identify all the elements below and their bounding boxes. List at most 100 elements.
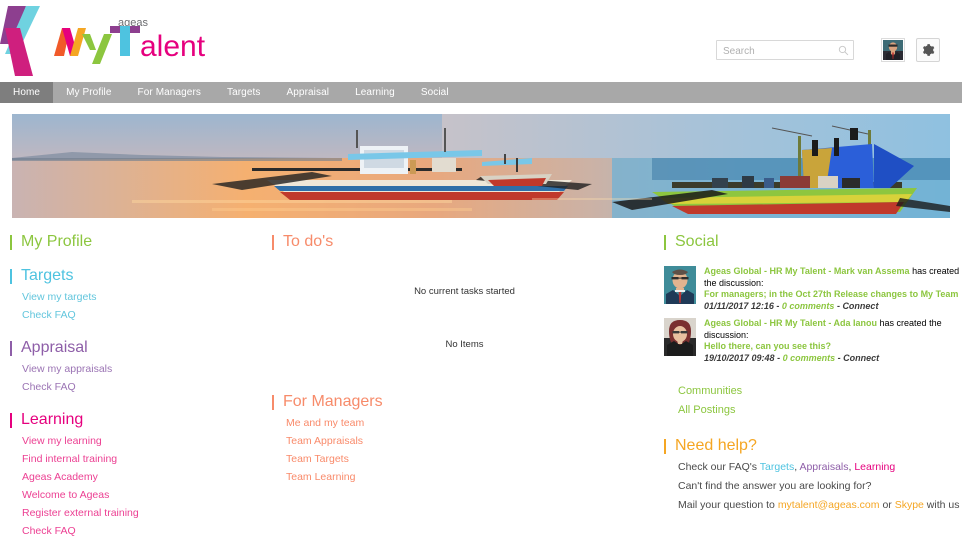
- section-my-profile: My Profile: [10, 232, 260, 252]
- post-connect-link[interactable]: Connect: [843, 353, 879, 363]
- link-ageas-academy[interactable]: Ageas Academy: [10, 468, 260, 486]
- section-title-todos: To do's: [272, 232, 657, 252]
- nav-label: Learning: [355, 87, 395, 98]
- post-meta: 01/11/2017 12:16 - 0 comments - Connect: [704, 300, 879, 311]
- todos-empty-tasks: No current tasks started: [414, 286, 515, 297]
- logo-letter-t: [110, 26, 140, 56]
- link-targets-check-faq[interactable]: Check FAQ: [10, 306, 260, 324]
- link-all-postings[interactable]: All Postings: [664, 401, 960, 420]
- post-subject[interactable]: Hello there, can you see this?: [704, 341, 960, 353]
- social-links: Communities All Postings: [664, 382, 960, 420]
- link-faq-targets[interactable]: Targets: [760, 461, 794, 473]
- help-line-faq: Check our FAQ's Targets, Appraisals, Lea…: [678, 461, 896, 473]
- section-todos: To do's No current tasks started No Item…: [272, 232, 657, 350]
- section-learning: Learning View my learning Find internal …: [10, 410, 260, 540]
- page-header: ageas alent: [0, 0, 962, 82]
- section-title-appraisal: Appraisal: [10, 338, 260, 358]
- link-me-and-my-team[interactable]: Me and my team: [272, 414, 657, 432]
- help-faq-prefix: Check our FAQ's: [678, 461, 760, 473]
- nav-list: Home My Profile For Managers Targets App…: [0, 82, 962, 103]
- help-line-mail: Mail your question to mytalent@ageas.com…: [664, 496, 960, 515]
- link-register-external-training[interactable]: Register external training: [10, 504, 260, 522]
- avatar[interactable]: [881, 38, 905, 62]
- nav-label: Home: [13, 87, 41, 98]
- link-find-internal-training[interactable]: Find internal training: [10, 450, 260, 468]
- link-team-appraisals[interactable]: Team Appraisals: [272, 432, 657, 450]
- social-post[interactable]: Ageas Global - HR My Talent - Mark van A…: [664, 266, 960, 312]
- nav-label: Appraisal: [286, 87, 330, 98]
- section-need-help: Need help? Check our FAQ's Targets, Appr…: [664, 436, 960, 515]
- nav-item-for-managers[interactable]: For Managers: [125, 82, 214, 103]
- column-right: Social Ageas Global - HR My Talent - Mar…: [664, 232, 960, 529]
- post-timestamp: 19/10/2017 09:48: [704, 352, 775, 363]
- search-icon: [838, 45, 849, 56]
- section-title-for-managers: For Managers: [272, 392, 657, 412]
- section-title-learning: Learning: [10, 410, 260, 430]
- help-line-cant-find: Can't find the answer you are looking fo…: [678, 480, 872, 492]
- link-team-learning[interactable]: Team Learning: [272, 468, 657, 486]
- nav-label: Social: [420, 87, 449, 98]
- search-box[interactable]: [716, 40, 854, 61]
- gear-icon: [922, 44, 935, 56]
- section-title-social: Social: [664, 232, 960, 252]
- nav-item-my-profile[interactable]: My Profile: [53, 82, 124, 103]
- logo-alent-word: alent: [140, 30, 206, 63]
- link-view-my-targets[interactable]: View my targets: [10, 288, 260, 306]
- todos-empty-items: No Items: [445, 339, 484, 350]
- post-author[interactable]: Ageas Global - HR My Talent - Mark van A…: [704, 266, 910, 276]
- settings-button[interactable]: [916, 38, 940, 62]
- page-root: ageas alent Search Home My Profile For M…: [0, 0, 962, 556]
- post-meta: 19/10/2017 09:48 - 0 comments - Connect: [704, 352, 880, 363]
- help-mail-mid: or: [879, 499, 895, 511]
- nav-label: For Managers: [137, 87, 201, 98]
- section-title-my-profile: My Profile: [10, 232, 260, 252]
- post-body: Ageas Global - HR My Talent - Mark van A…: [704, 266, 960, 312]
- section-title-targets: Targets: [10, 266, 260, 286]
- post-avatar: [664, 318, 696, 356]
- link-view-my-learning[interactable]: View my learning: [10, 432, 260, 450]
- column-left: My Profile Targets View my targets Check…: [10, 232, 260, 554]
- link-view-my-appraisals[interactable]: View my appraisals: [10, 360, 260, 378]
- ageas-logo-mark: [0, 0, 46, 82]
- section-targets: Targets View my targets Check FAQ: [10, 266, 260, 324]
- link-faq-appraisals[interactable]: Appraisals: [799, 461, 848, 473]
- nav-item-home[interactable]: Home: [0, 82, 54, 103]
- link-learning-check-faq[interactable]: Check FAQ: [10, 522, 260, 540]
- logo-letter-m: [54, 28, 86, 56]
- hero-banner-image: [12, 114, 950, 218]
- link-skype[interactable]: Skype: [895, 499, 924, 511]
- section-title-need-help: Need help?: [664, 436, 960, 456]
- section-appraisal: Appraisal View my appraisals Check FAQ: [10, 338, 260, 396]
- section-for-managers: For Managers Me and my team Team Apprais…: [272, 392, 657, 486]
- post-timestamp: 01/11/2017 12:16: [704, 300, 774, 311]
- nav-item-social[interactable]: Social: [408, 82, 462, 103]
- link-communities[interactable]: Communities: [664, 382, 960, 401]
- nav-item-appraisal[interactable]: Appraisal: [273, 82, 342, 103]
- post-avatar: [664, 266, 696, 304]
- home-columns: My Profile Targets View my targets Check…: [0, 232, 962, 556]
- post-comments[interactable]: 0 comments: [783, 353, 836, 363]
- help-mail-prefix: Mail your question to: [678, 499, 778, 511]
- help-mail-suffix: with us: [923, 499, 960, 511]
- post-body: Ageas Global - HR My Talent - Ada Ianou …: [704, 318, 960, 364]
- post-subject[interactable]: For managers; in the Oct 27th Release ch…: [704, 289, 960, 301]
- nav-label: My Profile: [66, 87, 112, 98]
- main-nav: Home My Profile For Managers Targets App…: [0, 82, 962, 103]
- link-appraisal-check-faq[interactable]: Check FAQ: [10, 378, 260, 396]
- link-mailto-mytalent[interactable]: mytalent@ageas.com: [778, 499, 880, 511]
- nav-item-targets[interactable]: Targets: [214, 82, 274, 103]
- nav-label: Targets: [226, 87, 261, 98]
- section-social: Social Ageas Global - HR My Talent - Mar…: [664, 232, 960, 420]
- mytalent-logo: ageas alent: [52, 12, 212, 68]
- search-input[interactable]: [717, 42, 853, 61]
- post-connect-link[interactable]: Connect: [842, 301, 878, 311]
- link-faq-learning[interactable]: Learning: [854, 461, 895, 473]
- nav-item-learning[interactable]: Learning: [342, 82, 408, 103]
- link-team-targets[interactable]: Team Targets: [272, 450, 657, 468]
- column-middle: To do's No current tasks started No Item…: [272, 232, 657, 500]
- social-post[interactable]: Ageas Global - HR My Talent - Ada Ianou …: [664, 318, 960, 364]
- link-welcome-to-ageas[interactable]: Welcome to Ageas: [10, 486, 260, 504]
- post-author[interactable]: Ageas Global - HR My Talent - Ada Ianou: [704, 318, 877, 328]
- logo-letter-y: [82, 34, 112, 64]
- post-comments[interactable]: 0 comments: [782, 301, 835, 311]
